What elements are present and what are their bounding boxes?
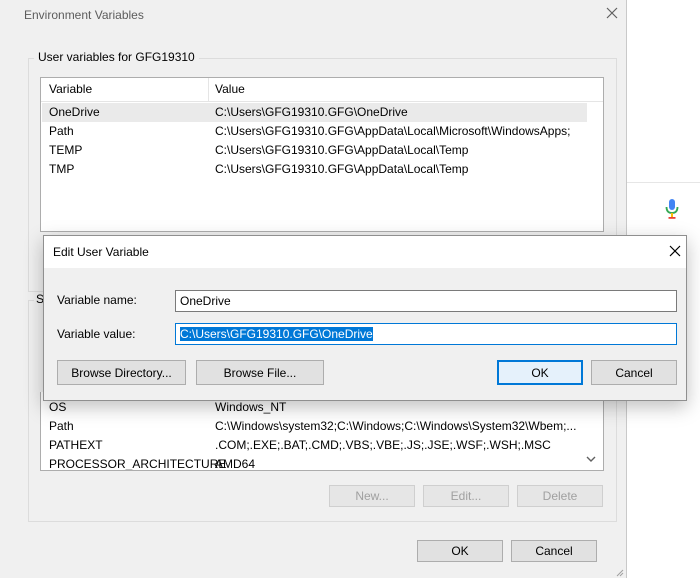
variable-name-input[interactable]: OneDrive: [175, 290, 677, 312]
variable-value-label: Variable value:: [57, 327, 136, 341]
row-value: C:\Windows\system32;C:\Windows;C:\Window…: [215, 419, 577, 433]
row-variable: TMP: [49, 162, 75, 176]
row-value: AMD64: [215, 457, 256, 471]
ok-button[interactable]: OK: [417, 540, 503, 562]
close-icon[interactable]: [664, 240, 686, 262]
resize-grip-icon[interactable]: [614, 566, 624, 577]
column-header-variable[interactable]: Variable: [49, 82, 92, 96]
column-separator[interactable]: [208, 78, 209, 101]
variable-name-value: OneDrive: [180, 294, 231, 308]
list-header: Variable Value: [41, 78, 603, 102]
variable-name-label: Variable name:: [57, 293, 137, 307]
close-icon[interactable]: [603, 2, 621, 24]
row-variable: TEMP: [49, 143, 83, 157]
row-variable: Path: [49, 124, 74, 138]
table-row[interactable]: PATHEXT .COM;.EXE;.BAT;.CMD;.VBS;.VBE;.J…: [42, 436, 587, 455]
window-title: Environment Variables: [24, 8, 144, 22]
table-row[interactable]: TMP C:\Users\GFG19310.GFG\AppData\Local\…: [42, 160, 587, 179]
row-value: C:\Users\GFG19310.GFG\AppData\Local\Micr…: [215, 124, 571, 138]
browse-file-button[interactable]: Browse File...: [196, 360, 324, 385]
edit-button[interactable]: Edit...: [423, 485, 509, 507]
row-variable: OneDrive: [49, 105, 100, 119]
row-value: C:\Users\GFG19310.GFG\AppData\Local\Temp: [215, 143, 469, 157]
dialog-title: Edit User Variable: [53, 245, 149, 259]
row-value: Windows_NT: [215, 400, 287, 414]
row-variable: PATHEXT: [49, 438, 103, 452]
browse-directory-button[interactable]: Browse Directory...: [57, 360, 186, 385]
row-value: .COM;.EXE;.BAT;.CMD;.VBS;.VBE;.JS;.JSE;.…: [215, 438, 551, 452]
table-row[interactable]: Path C:\Users\GFG19310.GFG\AppData\Local…: [42, 122, 587, 141]
table-row[interactable]: PROCESSOR_ARCHITECTURE AMD64: [42, 455, 587, 471]
variable-value-selected-text: C:\Users\GFG19310.GFG\OneDrive: [180, 327, 373, 341]
column-header-value[interactable]: Value: [215, 82, 245, 96]
row-variable: OS: [49, 400, 67, 414]
delete-button[interactable]: Delete: [517, 485, 603, 507]
user-variables-group-title: User variables for GFG19310: [34, 50, 199, 64]
scroll-down-arrow-icon[interactable]: [584, 452, 598, 466]
table-row[interactable]: OneDrive C:\Users\GFG19310.GFG\OneDrive: [42, 103, 587, 122]
cancel-button[interactable]: Cancel: [511, 540, 597, 562]
system-variables-list[interactable]: OS Windows_NT Path C:\Windows\system32;C…: [40, 392, 604, 471]
ok-button[interactable]: OK: [497, 360, 583, 385]
new-button[interactable]: New...: [329, 485, 415, 507]
row-value: C:\Users\GFG19310.GFG\OneDrive: [215, 105, 408, 119]
row-variable: Path: [49, 419, 74, 433]
user-variables-list[interactable]: Variable Value OneDrive C:\Users\GFG1931…: [40, 77, 604, 232]
edit-user-variable-dialog: Edit User Variable Variable name: OneDri…: [43, 235, 687, 401]
row-variable: PROCESSOR_ARCHITECTURE: [49, 457, 227, 471]
table-row[interactable]: Path C:\Windows\system32;C:\Windows;C:\W…: [42, 417, 587, 436]
cancel-button[interactable]: Cancel: [591, 360, 677, 385]
table-row[interactable]: TEMP C:\Users\GFG19310.GFG\AppData\Local…: [42, 141, 587, 160]
variable-value-input[interactable]: C:\Users\GFG19310.GFG\OneDrive: [175, 323, 677, 345]
microphone-icon[interactable]: [664, 198, 680, 220]
row-value: C:\Users\GFG19310.GFG\AppData\Local\Temp: [215, 162, 469, 176]
